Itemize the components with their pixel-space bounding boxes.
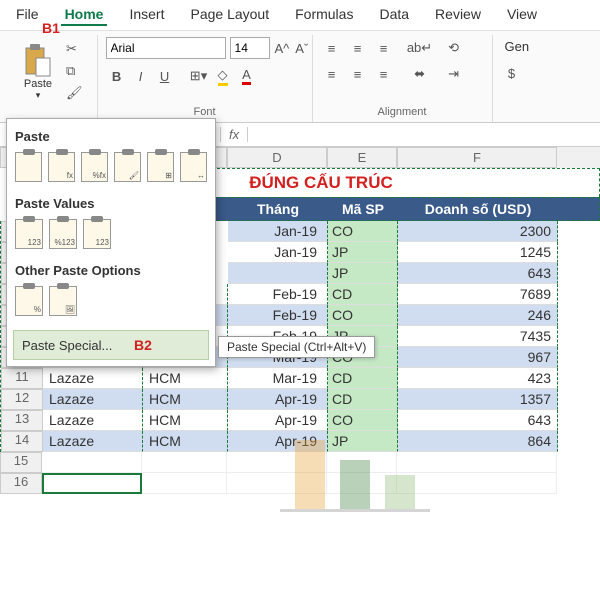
indent-button[interactable]: ⇥ [443, 63, 465, 85]
paste-no-borders-icon[interactable]: ⊞ [147, 152, 174, 182]
merge-button[interactable]: ⬌ [405, 63, 435, 85]
table-row[interactable]: 11LazazeHCMMar-19CD423 [1, 368, 600, 389]
orientation-button[interactable]: ⟲ [443, 37, 465, 59]
tab-home[interactable]: Home [61, 4, 108, 26]
table-row[interactable]: 12LazazeHCMApr-19CD1357 [1, 389, 600, 410]
align-bottom-icon[interactable]: ≡ [373, 37, 395, 59]
paste-column-width-icon[interactable]: ↔ [180, 152, 207, 182]
align-left-icon[interactable]: ≡ [321, 63, 343, 85]
paste-keep-source-icon[interactable]: 🖌 [114, 152, 141, 182]
align-center-icon[interactable]: ≡ [347, 63, 369, 85]
col-d[interactable]: D [227, 147, 327, 168]
formula-input[interactable] [248, 127, 600, 142]
paste-special-tooltip: Paste Special (Ctrl+Alt+V) [218, 336, 375, 358]
tab-view[interactable]: View [503, 4, 541, 26]
tab-formulas[interactable]: Formulas [291, 4, 357, 26]
tab-pagelayout[interactable]: Page Layout [186, 4, 273, 26]
alignment-group: ≡ ≡ ≡ ≡ ≡ ≡ ab↵ ⬌ ⟲ ⇥ Alignment [313, 35, 493, 122]
copy-icon[interactable]: ⧉ [66, 63, 83, 79]
paste-dropdown-menu: Paste fx %fx 🖌 ⊞ ↔ Paste Values 123 %123… [6, 118, 216, 367]
table-row[interactable]: 14LazazeHCMApr-19JP864 [1, 431, 600, 452]
paste-formulas-numfmt-icon[interactable]: %fx [81, 152, 108, 182]
tab-insert[interactable]: Insert [125, 4, 168, 26]
align-right-icon[interactable]: ≡ [373, 63, 395, 85]
paste-picture-icon[interactable]: 🖼 [49, 286, 77, 316]
paste-special-item[interactable]: Paste Special... B2 [13, 330, 209, 360]
align-top-icon[interactable]: ≡ [321, 37, 343, 59]
paste-button[interactable]: Paste ▾ [16, 37, 60, 107]
paste-formatting-icon[interactable]: % [15, 286, 43, 316]
fx-icon[interactable]: fx [220, 127, 248, 142]
clipboard-group: Paste ▾ ✂ ⧉ 🖌 [8, 35, 98, 122]
ribbon: Paste ▾ ✂ ⧉ 🖌 A^ Aˇ B I U ⊞▾ ◇ A Font [0, 31, 600, 123]
empty-row[interactable]: 15 [0, 452, 600, 473]
wrap-text-button[interactable]: ab↵ [405, 37, 435, 59]
font-color-button[interactable]: A [236, 65, 258, 87]
annotation-b1: B1 [42, 20, 60, 36]
paste-all-icon[interactable] [15, 152, 42, 182]
cut-icon[interactable]: ✂ [66, 41, 83, 57]
paste-values-source-icon[interactable]: 123 [83, 219, 111, 249]
increase-font-icon[interactable]: A^ [274, 37, 291, 59]
font-name-select[interactable] [106, 37, 226, 59]
italic-button[interactable]: I [130, 65, 152, 87]
tab-data[interactable]: Data [375, 4, 413, 26]
decrease-font-icon[interactable]: Aˇ [294, 37, 309, 59]
font-group: A^ Aˇ B I U ⊞▾ ◇ A Font [98, 35, 313, 122]
bold-button[interactable]: B [106, 65, 128, 87]
border-button[interactable]: ⊞▾ [188, 65, 210, 87]
table-row[interactable]: 13LazazeHCMApr-19CO643 [1, 410, 600, 431]
format-painter-icon[interactable]: 🖌 [66, 85, 83, 101]
underline-button[interactable]: U [154, 65, 176, 87]
paste-formulas-icon[interactable]: fx [48, 152, 75, 182]
empty-row[interactable]: 16 [0, 473, 600, 494]
number-group: Gen $ [493, 35, 542, 122]
col-e[interactable]: E [327, 147, 397, 168]
tab-file[interactable]: File [12, 4, 43, 26]
currency-button[interactable]: $ [501, 62, 523, 84]
paste-values-icon[interactable]: 123 [15, 219, 43, 249]
paste-values-numfmt-icon[interactable]: %123 [49, 219, 77, 249]
col-f[interactable]: F [397, 147, 557, 168]
menu-bar: File Home Insert Page Layout Formulas Da… [0, 0, 600, 31]
annotation-b2: B2 [134, 337, 152, 353]
tab-review[interactable]: Review [431, 4, 485, 26]
font-size-select[interactable] [230, 37, 270, 59]
fill-color-button[interactable]: ◇ [212, 65, 234, 87]
align-middle-icon[interactable]: ≡ [347, 37, 369, 59]
